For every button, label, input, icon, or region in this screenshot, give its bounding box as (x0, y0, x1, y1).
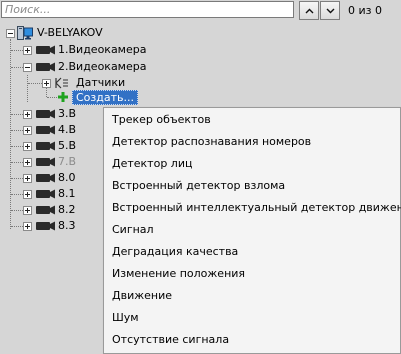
previous-result-button[interactable] (299, 1, 319, 20)
tree-item-camera[interactable]: 8.3 (0, 218, 103, 234)
camera-icon (36, 205, 55, 215)
search-input[interactable] (1, 1, 294, 18)
menu-item-signal[interactable]: Сигнал (112, 220, 154, 240)
camera-icon (36, 45, 55, 55)
menu-item-face-detector[interactable]: Детектор лиц (112, 154, 192, 174)
tree-item-label: V-BELYAKOV (37, 26, 103, 39)
collapse-toggle[interactable] (6, 29, 15, 38)
search-toolbar: 0 из 0 (0, 0, 401, 22)
expand-toggle[interactable] (23, 126, 32, 135)
tree-item-label: 1.Видеокамера (58, 43, 147, 56)
tree-item-label: 8.3 (58, 219, 76, 232)
camera-icon (36, 189, 55, 199)
tree-line (47, 97, 57, 98)
tree-item-camera[interactable]: 2.Видеокамера (0, 59, 200, 75)
menu-item-motion[interactable]: Движение (112, 286, 172, 306)
tree-item-label: 3.В (58, 107, 77, 120)
sensor-icon (55, 77, 68, 89)
camera-icon (36, 157, 55, 167)
menu-item-position-change[interactable]: Изменение положения (112, 264, 245, 284)
tree-item-label: 8.1 (58, 187, 76, 200)
menu-item-lpr-detector[interactable]: Детектор распознавания номеров (112, 132, 311, 152)
tree-item-label: 2.Видеокамера (58, 60, 147, 73)
add-plus-icon (58, 92, 68, 102)
chevron-up-icon (305, 8, 313, 13)
menu-item-quality-degradation[interactable]: Деградация качества (112, 242, 238, 262)
expand-toggle[interactable] (23, 158, 32, 167)
camera-icon (36, 221, 55, 231)
tree-item-root[interactable]: V-BELYAKOV (0, 25, 200, 41)
tree-item-camera[interactable]: 1.Видеокамера (0, 42, 200, 58)
tree-item-camera[interactable]: 8.0 (0, 170, 103, 186)
camera-icon (36, 141, 55, 151)
menu-item-tamper-detector[interactable]: Встроенный детектор взлома (112, 176, 285, 196)
expand-toggle[interactable] (23, 174, 32, 183)
menu-item-signal-loss[interactable]: Отсутствие сигнала (112, 330, 229, 350)
expand-toggle[interactable] (23, 190, 32, 199)
expand-toggle[interactable] (23, 46, 32, 55)
menu-item-smart-motion-detector[interactable]: Встроенный интеллектуальный детектор дви… (112, 198, 401, 218)
camera-icon (36, 173, 55, 183)
tree-item-camera[interactable]: 8.1 (0, 186, 103, 202)
expand-toggle[interactable] (23, 206, 32, 215)
collapse-toggle[interactable] (23, 63, 32, 72)
tree-item-camera[interactable]: 8.2 (0, 202, 103, 218)
tree-item-sensors[interactable]: Датчики (0, 75, 200, 91)
expand-toggle[interactable] (23, 222, 32, 231)
tree-item-label: 8.0 (58, 171, 76, 184)
search-result-counter: 0 из 0 (348, 4, 382, 17)
expand-toggle[interactable] (42, 79, 51, 88)
menu-item-noise[interactable]: Шум (112, 308, 139, 328)
camera-icon (36, 109, 55, 119)
camera-icon (36, 125, 55, 135)
expand-toggle[interactable] (23, 142, 32, 151)
tree-item-label: 8.2 (58, 203, 76, 216)
server-icon (17, 26, 33, 40)
tree-item-label: 7.В (58, 155, 77, 168)
chevron-down-icon (326, 8, 334, 13)
tree-item-camera[interactable]: 3.В (0, 106, 103, 122)
tree-item-create[interactable]: Создать... (72, 90, 138, 105)
tree-item-camera-disabled[interactable]: 7.В (0, 154, 103, 170)
camera-icon (36, 62, 55, 72)
tree-item-label: 4.В (58, 123, 77, 136)
menu-item-object-tracker[interactable]: Трекер объектов (112, 110, 211, 130)
tree-item-camera[interactable]: 5.В (0, 138, 103, 154)
expand-toggle[interactable] (23, 110, 32, 119)
tree-item-label: Датчики (76, 76, 126, 89)
context-menu: Трекер объектов Детектор распознавания н… (103, 107, 401, 354)
tree-item-camera[interactable]: 4.В (0, 122, 103, 138)
next-result-button[interactable] (320, 1, 340, 20)
tree-item-label: 5.В (58, 139, 77, 152)
